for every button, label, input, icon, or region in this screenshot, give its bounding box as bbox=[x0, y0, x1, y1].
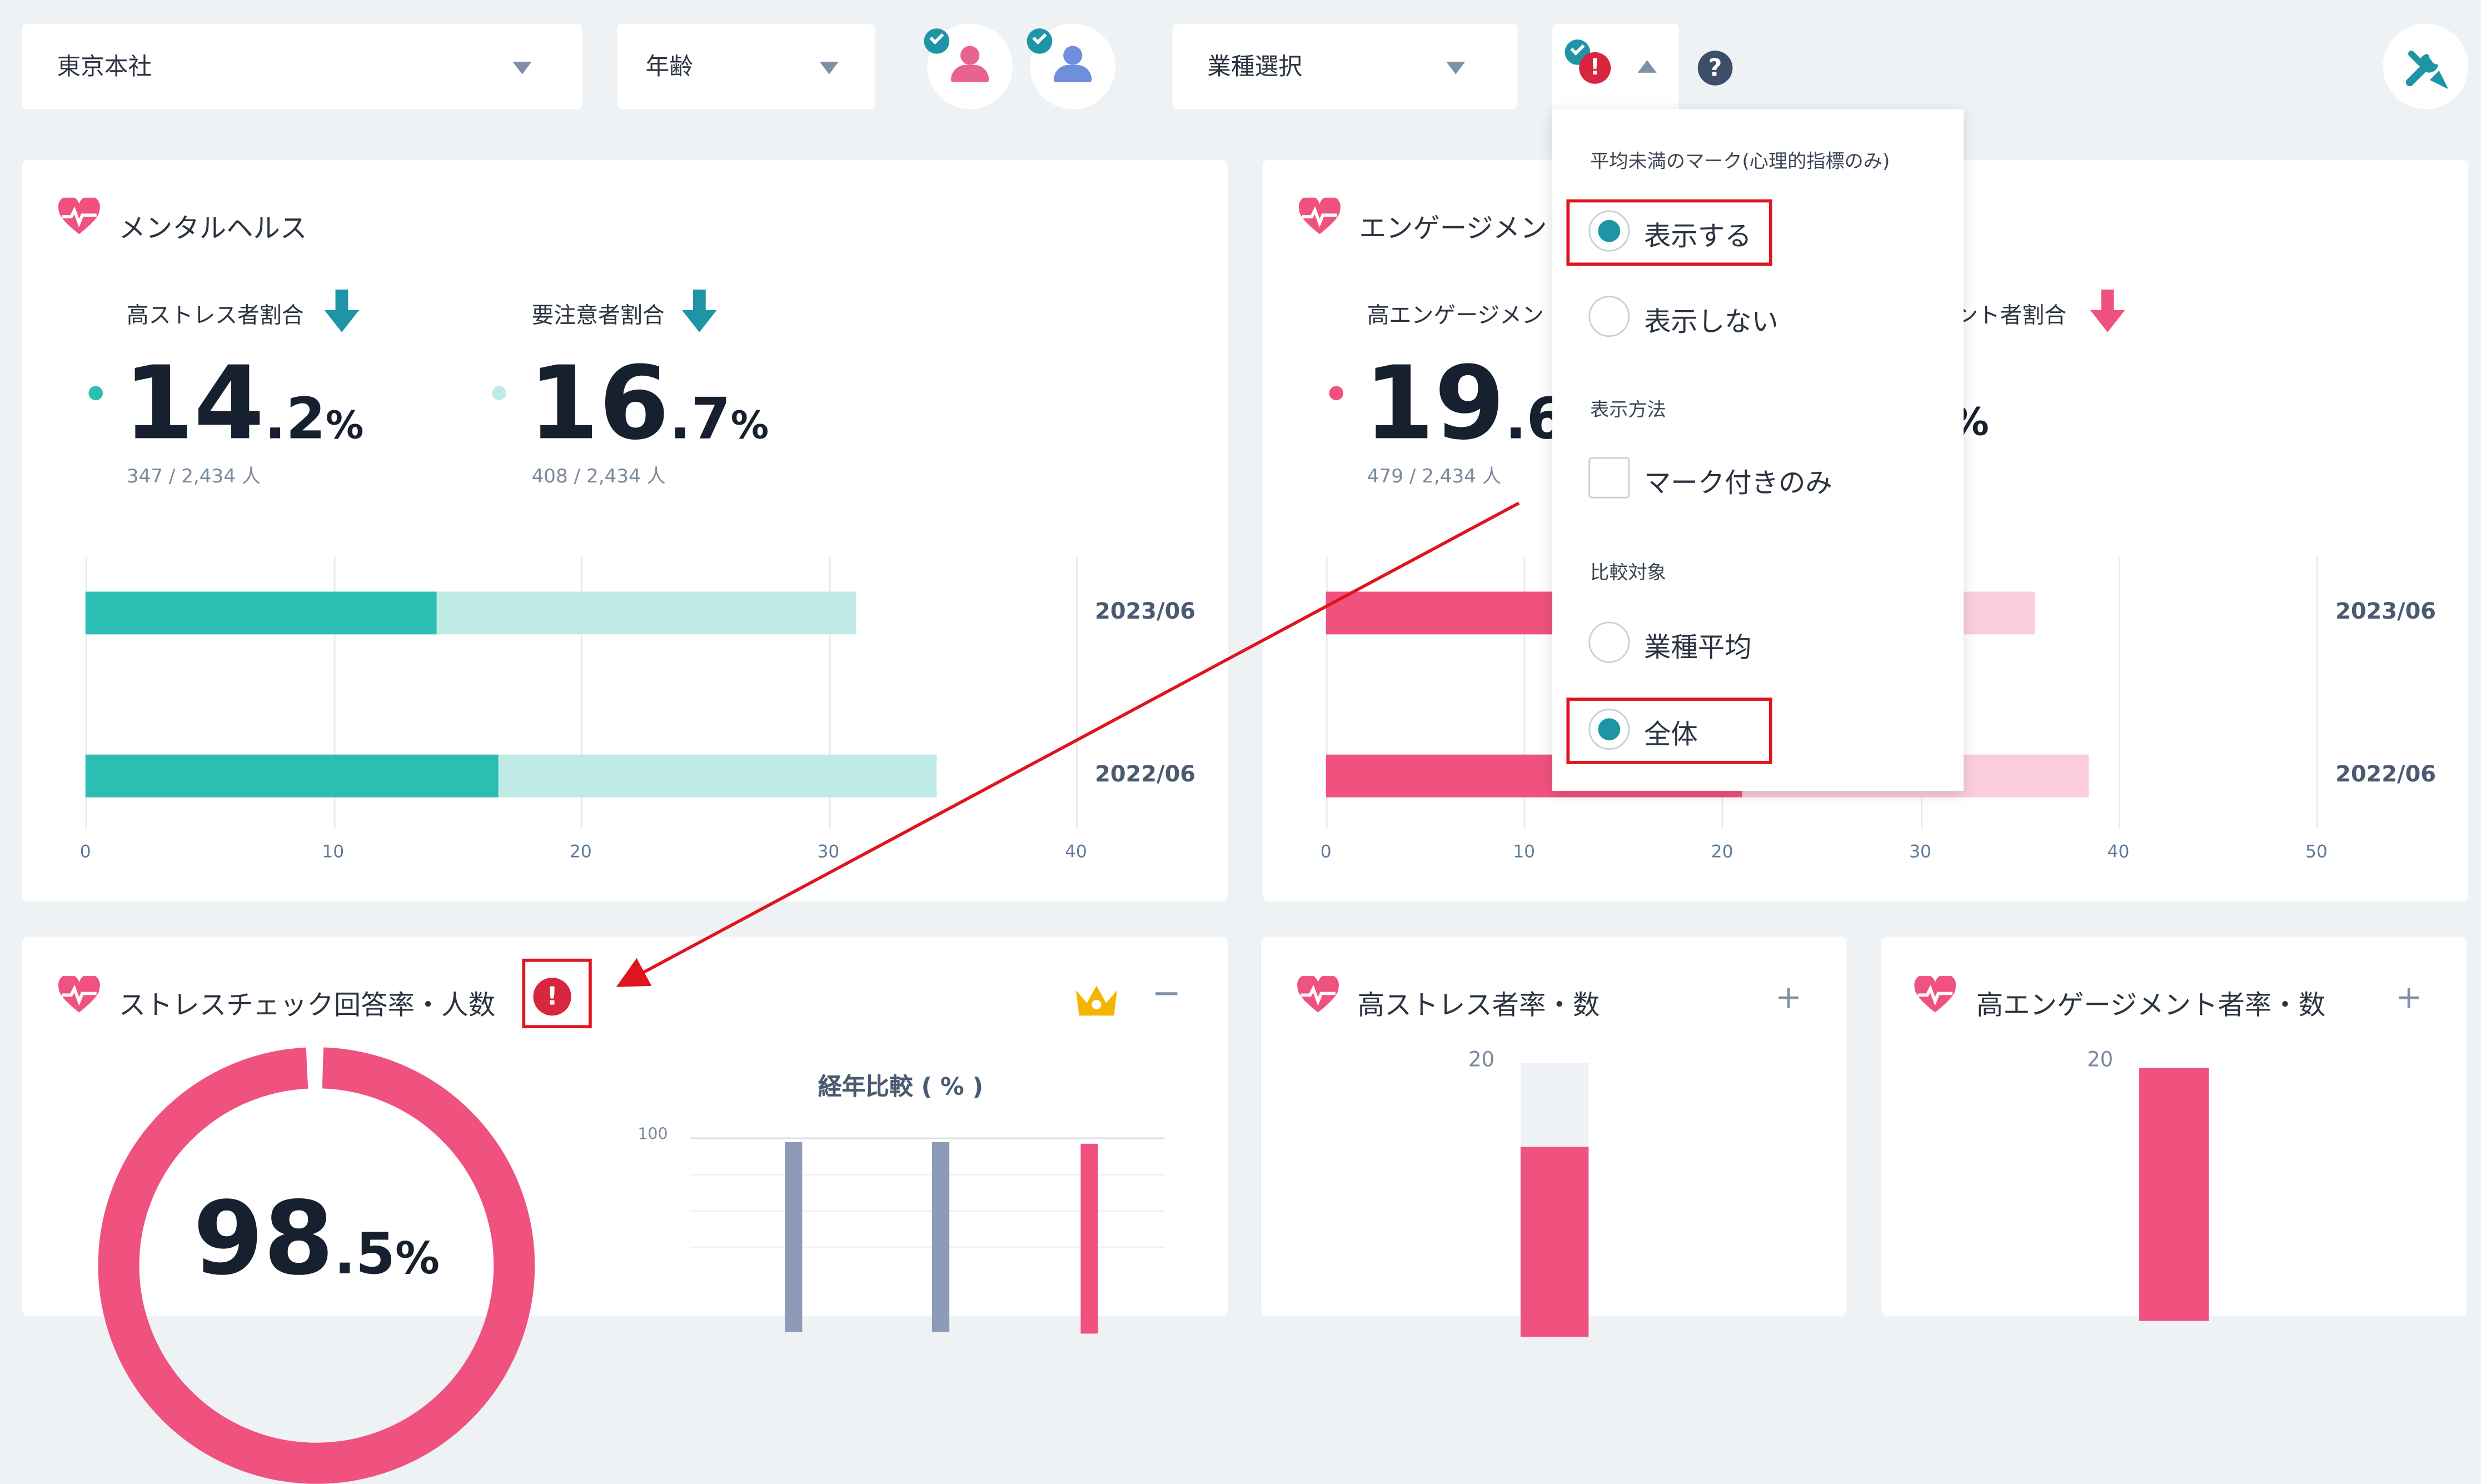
annotation-arrow bbox=[616, 501, 1520, 987]
